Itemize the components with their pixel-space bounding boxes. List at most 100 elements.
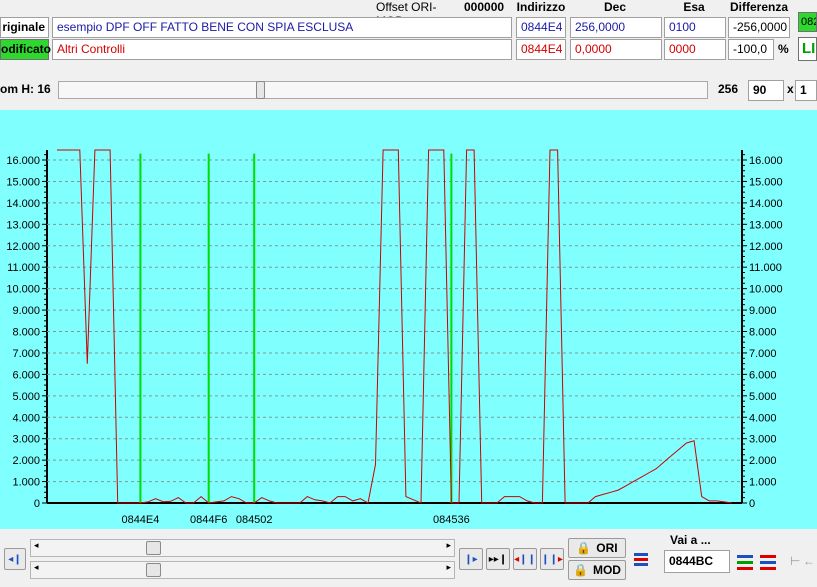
x-marker-label: 0844E4 [121, 514, 159, 526]
compare-icon[interactable] [630, 550, 652, 570]
next-diff-button[interactable]: ❙❙ ▸ [540, 548, 564, 570]
chart-grid [42, 150, 747, 504]
y-tick-label-left: 4.000 [12, 412, 40, 424]
y-tick-label-right: 6.000 [749, 369, 777, 381]
col-differenza-header: Differenza [729, 0, 788, 14]
prev-diff-button[interactable]: ◂ ❙❙ [513, 548, 537, 570]
col-esa-header: Esa [683, 0, 705, 14]
y-tick-label-right: 0 [749, 498, 755, 510]
left-arrow-icon[interactable]: ← [803, 554, 815, 568]
y-tick-label-right: 2.000 [749, 455, 777, 467]
y-tick-label-left: 1.000 [12, 477, 40, 489]
mod-lock-button[interactable]: 🔒 MOD [568, 560, 626, 580]
zoom-slider[interactable] [58, 81, 708, 99]
goto-original-icon[interactable] [735, 552, 755, 572]
y-tick-label-right: 11.000 [749, 262, 782, 274]
col-dec-header: Dec [603, 0, 626, 14]
y-axis-right: 0 1.000 2.000 3.000 4.000 5.000 6.000 7.000 8.00… [749, 155, 783, 510]
y-tick-label-left: 6.000 [12, 369, 40, 381]
x-marker-label: 084536 [433, 514, 470, 526]
y-tick-label-right: 10.000 [749, 284, 783, 296]
step-forward-icon: ❙▸ [464, 553, 478, 565]
original-indirizzo[interactable]: 0844E4 [516, 17, 566, 38]
modified-description[interactable]: Altri Controlli [52, 39, 512, 60]
scrollbar-modified-thumb[interactable] [146, 563, 161, 577]
right-badge-top[interactable]: 082 [798, 12, 817, 32]
zoom-slider-thumb[interactable] [256, 81, 265, 99]
scrollbar-original[interactable]: ◂ ▸ [30, 539, 455, 557]
zoom-field-a[interactable]: 90 [748, 80, 784, 101]
zoom-value: 256 [718, 82, 739, 96]
last-button[interactable]: ▸▸❙ [486, 548, 510, 570]
y-tick-label-right: 5.000 [749, 391, 777, 403]
original-description[interactable]: esempio DPF OFF FATTO BENE CON SPIA ESCL… [52, 17, 512, 38]
y-tick-label-left: 8.000 [12, 327, 40, 339]
zoom-label: om H: 16 [0, 82, 51, 96]
next-button[interactable]: ❙▸ [459, 548, 483, 570]
y-tick-label-left: 14.000 [6, 198, 40, 210]
y-tick-label-right: 8.000 [749, 327, 777, 339]
y-tick-label-right: 3.000 [749, 434, 777, 446]
vai-label: Vai a ... [670, 533, 711, 547]
y-tick-label-right: 7.000 [749, 348, 777, 360]
y-tick-label-right: 13.000 [749, 219, 783, 231]
original-dec[interactable]: 256,0000 [570, 17, 662, 38]
y-tick-label-left: 5.000 [12, 391, 40, 403]
y-tick-label-right: 9.000 [749, 305, 777, 317]
line-chart: 0 1.000 2.000 3.000 4.000 5.000 6.000 7.000 8.00… [6, 149, 783, 526]
scroll-right-icon: ▸ [446, 540, 451, 550]
y-tick-label-left: 13.000 [6, 219, 40, 231]
y-tick-label-left: 11.000 [7, 262, 40, 274]
original-differenza[interactable]: -256,0000 [728, 17, 790, 38]
y-tick-label-left: 10.000 [6, 284, 40, 296]
modified-label[interactable]: odificato [0, 39, 51, 60]
original-esa[interactable]: 0100 [664, 17, 726, 38]
percent-sign: % [778, 42, 789, 56]
lock-icon: 🔒 [573, 563, 588, 577]
ori-lock-button[interactable]: 🔒 ORI [568, 538, 626, 558]
y-tick-label-right: 16.000 [749, 155, 783, 167]
ori-label: ORI [596, 541, 618, 555]
y-tick-label-left: 16.000 [6, 155, 40, 167]
zoom-x-label: x [787, 82, 794, 96]
y-axis-left: 0 1.000 2.000 3.000 4.000 5.000 6.000 7.000 8.00… [6, 155, 40, 510]
mod-label: MOD [592, 563, 621, 577]
y-tick-label-left: 2.000 [12, 455, 40, 467]
y-tick-label-left: 3.000 [12, 434, 40, 446]
y-tick-label-left: 12.000 [6, 241, 40, 253]
x-marker-label: 0844F6 [190, 514, 227, 526]
modified-dec[interactable]: 0,0000 [570, 39, 662, 60]
rewind-icon: ◂❙ [8, 553, 22, 565]
offset-value: 000000 [464, 0, 505, 14]
x-marker-label: 084502 [236, 514, 273, 526]
y-tick-label-right: 1.000 [749, 477, 777, 489]
x-axis-labels: 0844E4 0844F6 084502 084536 [121, 514, 469, 526]
col-indirizzo-header: Indirizzo [516, 0, 566, 14]
y-tick-label-right: 15.000 [749, 176, 783, 188]
y-tick-label-left: 7.000 [12, 348, 40, 360]
modified-indirizzo[interactable]: 0844E4 [516, 39, 566, 60]
y-tick-label-left: 0 [34, 498, 40, 510]
scroll-left-icon: ◂ [34, 562, 39, 572]
original-label[interactable]: riginale [0, 17, 49, 38]
vai-input[interactable]: 0844BC [664, 550, 730, 573]
back-arrow-icon[interactable]: ⊢ [790, 554, 800, 568]
y-tick-label-right: 14.000 [749, 198, 783, 210]
y-tick-label-left: 9.000 [12, 305, 40, 317]
right-badge-bottom[interactable]: LI [798, 37, 817, 61]
modified-differenza[interactable]: -100,0 [728, 39, 774, 60]
goto-modified-icon[interactable] [758, 552, 778, 572]
scroll-right-icon: ▸ [446, 562, 451, 572]
scroll-left-icon: ◂ [34, 540, 39, 550]
fast-forward-icon: ▸▸❙ [488, 553, 508, 565]
y-tick-label-right: 12.000 [749, 241, 783, 253]
prev-start-button[interactable]: ◂❙ [4, 548, 26, 570]
scrollbar-original-thumb[interactable] [146, 541, 161, 555]
next-diff-icon: ❙❙ [541, 553, 558, 565]
lock-icon: 🔒 [576, 541, 592, 555]
y-tick-label-right: 4.000 [749, 412, 777, 424]
zoom-field-b[interactable]: 1 [795, 80, 817, 101]
scrollbar-modified[interactable]: ◂ ▸ [30, 561, 455, 579]
modified-esa[interactable]: 0000 [664, 39, 726, 60]
chart-panel: 0 1.000 2.000 3.000 4.000 5.000 6.000 7.000 8.00… [0, 110, 817, 529]
